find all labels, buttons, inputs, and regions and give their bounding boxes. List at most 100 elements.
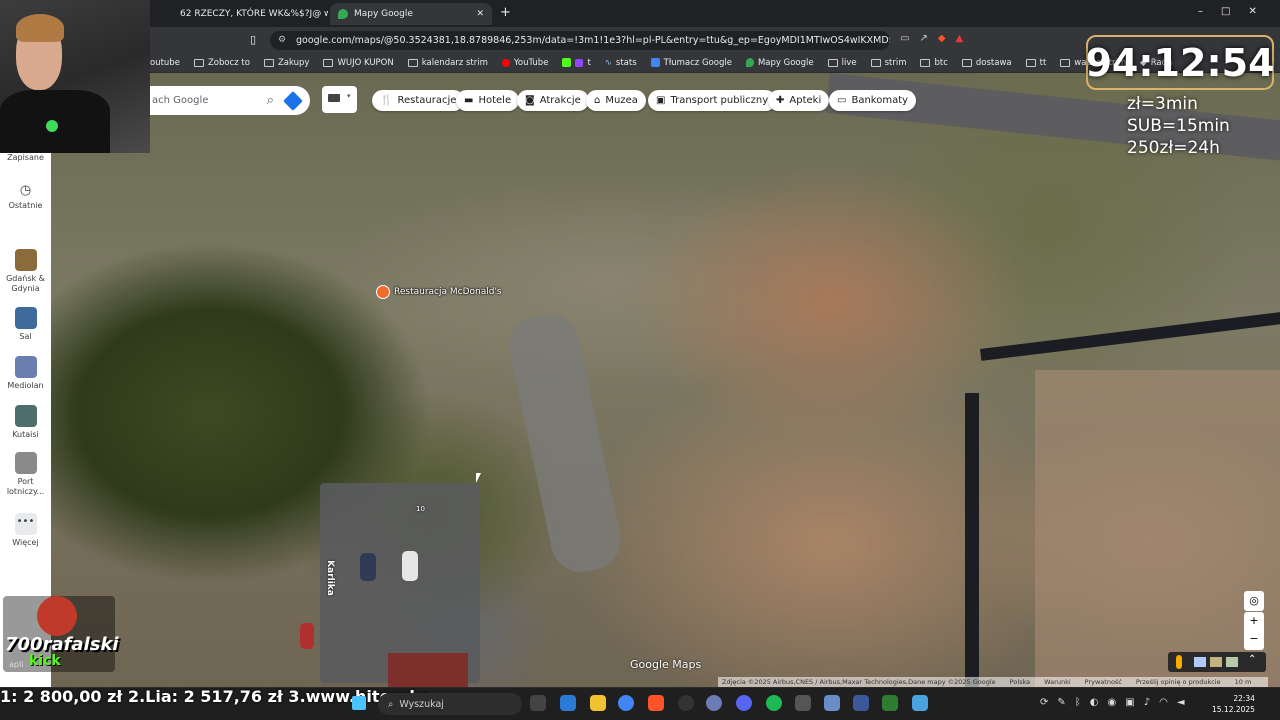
tray-icon[interactable]: ▣ (1125, 697, 1134, 708)
price-line: zł=3min (1127, 94, 1198, 114)
bookmark-item[interactable]: Zakupy (263, 58, 309, 68)
chip-pharmacies[interactable]: ✚ Apteki (768, 90, 830, 111)
close-icon[interactable]: ✕ (476, 9, 484, 19)
taskbar-search[interactable]: ⌕ Wyszukaj (378, 693, 522, 715)
bookmark-item[interactable]: Mapy Google (745, 58, 814, 68)
footer-link[interactable]: Prześlij opinię o produkcie (1136, 678, 1221, 686)
bookmark-item[interactable]: outube (150, 58, 180, 68)
app-icon[interactable] (706, 695, 722, 711)
footer-link[interactable]: Prywatność (1085, 678, 1122, 686)
tray-icon[interactable]: ✎ (1057, 697, 1065, 708)
app-icon[interactable] (853, 695, 869, 711)
layers-strip[interactable]: ⌃ (1168, 652, 1266, 672)
place-thumbnail (14, 249, 37, 271)
spotify-icon[interactable] (766, 695, 782, 711)
system-clock[interactable]: 22:34 15.12.2025 (1212, 693, 1255, 715)
share-icon[interactable]: ↗ (919, 33, 927, 44)
tray-icon[interactable]: ◐ (1090, 697, 1099, 708)
bookmark-item[interactable]: kalendarz strim (407, 58, 488, 68)
folder-icon (827, 58, 838, 67)
tab-google-maps[interactable]: Mapy Google ✕ (330, 3, 492, 25)
directions-icon[interactable] (283, 90, 303, 111)
screen-cast-icon[interactable]: ▭ (900, 33, 909, 44)
system-tray[interactable]: ⟳ ✎ ᛒ ◐ ◉ ▣ ♪ ◠ ◄ (1040, 697, 1185, 708)
bookmark-item[interactable]: t (562, 58, 591, 68)
my-location-button[interactable]: ◎ (1244, 591, 1264, 611)
address-bar[interactable]: ⚙ google.com/maps/@50.3524381,18.8789846… (270, 31, 890, 50)
maps-search-box[interactable]: ach Google ⌕ (150, 86, 310, 115)
app-icon[interactable] (912, 695, 928, 711)
new-tab-button[interactable]: + (500, 5, 511, 20)
bookmark-item[interactable]: YouTube (501, 57, 549, 68)
app-icon[interactable] (824, 695, 840, 711)
bookmark-item[interactable]: Zobocz to (193, 58, 250, 68)
bookmark-icon[interactable]: ▯ (250, 33, 256, 46)
chip-hotels[interactable]: ▬ Hotele (456, 90, 520, 111)
chrome-icon[interactable] (618, 695, 634, 711)
folder-icon (920, 58, 931, 67)
bookmark-item[interactable]: ∿ stats (605, 58, 637, 68)
chip-transit[interactable]: ▣ Transport publiczny (648, 90, 777, 111)
volume-icon[interactable]: ◄ (1177, 697, 1185, 708)
bluetooth-icon[interactable]: ᛒ (1075, 697, 1081, 708)
bookmark-item[interactable]: live (827, 58, 857, 68)
zoom-in-button[interactable]: + (1244, 612, 1264, 630)
nav-sal[interactable]: Sal (0, 307, 51, 341)
nav-recent[interactable]: ◷ Ostatnie (0, 183, 51, 210)
bookmark-item[interactable]: btc (920, 58, 948, 68)
file-explorer-icon[interactable] (590, 695, 606, 711)
app-icon[interactable] (882, 695, 898, 711)
brave-icon[interactable] (648, 695, 664, 711)
footer-link[interactable]: Warunki (1044, 678, 1070, 686)
tab-title: 62 RZECZY, KTÓRE WK&%$?J@ w BY (180, 9, 328, 19)
zoom-controls[interactable]: + − (1244, 612, 1264, 650)
nav-mediolan[interactable]: Mediolan (0, 356, 51, 390)
nav-more[interactable]: ••• Więcej (0, 513, 51, 547)
chevron-up-icon[interactable]: ⌃ (1248, 654, 1256, 665)
footer-link[interactable]: Polska (1010, 678, 1031, 686)
nav-saved[interactable]: Zapisane (0, 153, 51, 162)
layers-button[interactable]: ▾ (322, 86, 357, 113)
wifi-icon[interactable]: ◠ (1159, 697, 1168, 708)
discord-icon[interactable] (736, 695, 752, 711)
channel-name: 700rafalski (5, 634, 119, 655)
chip-restaurants[interactable]: 🍴 Restauracje (372, 90, 465, 111)
zoom-out-button[interactable]: − (1244, 630, 1264, 648)
bookmark-item[interactable]: strim (870, 58, 906, 68)
layer-thumbnail[interactable] (1226, 657, 1238, 667)
window-controls[interactable]: –□✕ (1198, 6, 1275, 17)
app-icon[interactable] (795, 695, 811, 711)
place-marker[interactable]: Restauracja McDonald's (376, 285, 502, 299)
tray-icon[interactable]: ⟳ (1040, 697, 1048, 708)
brave-shield-icon[interactable]: ◆ (938, 33, 946, 44)
search-icon[interactable]: ⌕ (267, 93, 274, 108)
chip-museums[interactable]: ⌂ Muzea (586, 90, 646, 111)
nav-kutaisi[interactable]: Kutaisi (0, 405, 51, 439)
microphone-icon[interactable]: ♪ (1144, 697, 1150, 708)
nav-airport[interactable]: Port lotniczy... (0, 452, 51, 497)
nav-gdansk[interactable]: Gdańsk & Gdynia (0, 249, 51, 294)
bookmark-item[interactable]: tt (1025, 58, 1046, 68)
layer-thumbnail[interactable] (1194, 657, 1206, 667)
chip-attractions[interactable]: ◙ Atrakcje (517, 90, 589, 111)
folder-icon (870, 58, 881, 67)
bookmark-item[interactable]: Tłumacz Google (650, 58, 732, 68)
chip-atms[interactable]: ▭ Bankomaty (829, 90, 917, 111)
tray-icon[interactable]: ◉ (1108, 697, 1117, 708)
tab-youtube[interactable]: 62 RZECZY, KTÓRE WK&%$?J@ w BY (166, 3, 328, 25)
widget-icon[interactable] (560, 695, 576, 711)
bookmark-label: YouTube (513, 57, 549, 68)
bookmark-item[interactable]: WUJO KUPON (323, 58, 394, 68)
location-icon: ◎ (1249, 594, 1259, 607)
app-icon[interactable] (678, 695, 694, 711)
browser-tab-bar: 62 RZECZY, KTÓRE WK&%$?J@ w BY Mapy Goog… (0, 0, 1280, 27)
start-icon[interactable] (352, 696, 366, 710)
task-view-icon[interactable] (530, 695, 546, 711)
brave-rewards-icon[interactable]: ▲ (956, 33, 964, 44)
pegman-icon[interactable] (1176, 655, 1182, 669)
bookmark-item[interactable]: dostawa (961, 58, 1012, 68)
site-info-icon[interactable]: ⚙ (278, 31, 286, 50)
satellite-map[interactable]: Karlika 10 (50, 73, 1280, 687)
layer-thumbnail[interactable] (1210, 657, 1222, 667)
search-input[interactable]: ach Google (150, 95, 267, 106)
